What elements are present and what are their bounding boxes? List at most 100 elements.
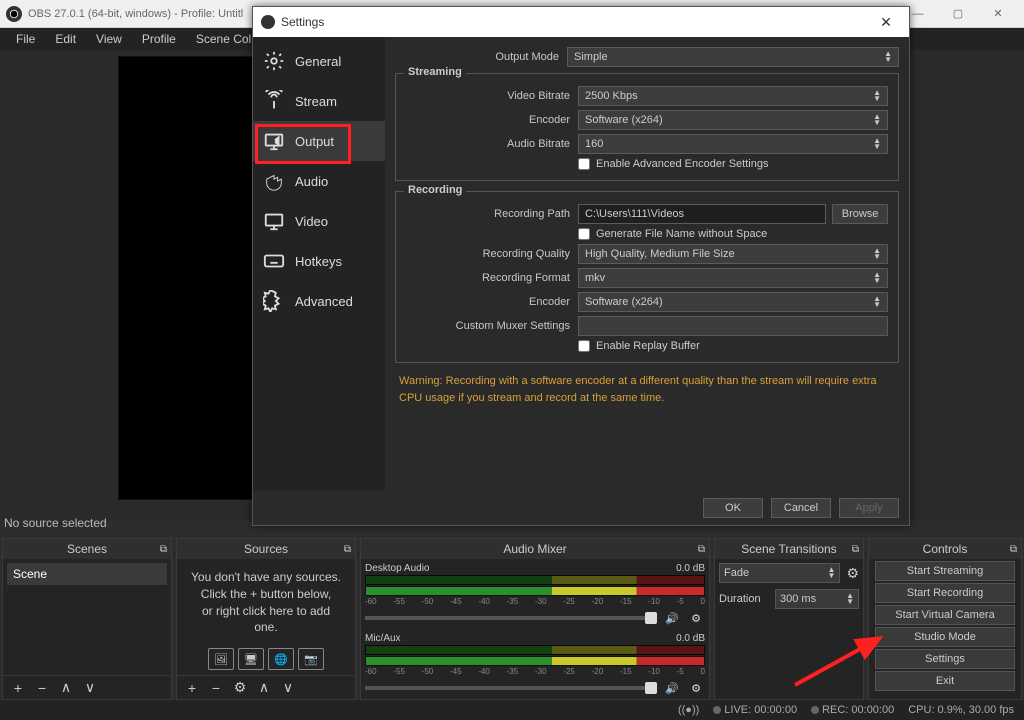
transitions-popout-icon[interactable]: ⧉ xyxy=(852,544,859,555)
sources-popout-icon[interactable]: ⧉ xyxy=(344,544,351,555)
start-virtual-camera-button[interactable]: Start Virtual Camera xyxy=(875,605,1015,625)
speaker-icon[interactable]: 🔊 xyxy=(663,609,681,627)
scene-remove-button[interactable]: − xyxy=(33,680,51,696)
app-logo-icon xyxy=(6,6,22,22)
output-icon xyxy=(263,130,285,152)
volume-slider[interactable] xyxy=(365,616,657,620)
apply-button[interactable]: Apply xyxy=(839,498,899,518)
settings-nav-stream[interactable]: Stream xyxy=(253,81,385,121)
scene-add-button[interactable]: + xyxy=(9,680,27,696)
settings-button[interactable]: Settings xyxy=(875,649,1015,669)
mixer-popout-icon[interactable]: ⧉ xyxy=(698,544,705,555)
settings-title-text: Settings xyxy=(281,15,324,29)
streaming-fieldset: Streaming Video Bitrate 2500 Kbps▲▼ Enco… xyxy=(395,73,899,181)
status-live: LIVE: 00:00:00 xyxy=(724,704,797,716)
general-icon xyxy=(263,50,285,72)
recording-legend: Recording xyxy=(404,184,466,196)
start-streaming-button[interactable]: Start Streaming xyxy=(875,561,1015,581)
scene-down-button[interactable]: ∨ xyxy=(81,679,99,696)
settings-nav-hotkeys[interactable]: Hotkeys xyxy=(253,241,385,281)
settings-nav-audio[interactable]: Audio xyxy=(253,161,385,201)
scene-up-button[interactable]: ∧ xyxy=(57,679,75,696)
settings-nav-label: Advanced xyxy=(295,294,353,309)
muxer-input[interactable] xyxy=(578,316,888,336)
replay-buffer-checkbox[interactable] xyxy=(578,340,590,352)
settings-nav-label: General xyxy=(295,54,341,69)
recording-encoder-select[interactable]: Software (x264)▲▼ xyxy=(578,292,888,312)
ok-button[interactable]: OK xyxy=(703,498,763,518)
scene-item[interactable]: Scene xyxy=(7,563,167,585)
sources-title: Sources xyxy=(244,542,288,556)
scenes-popout-icon[interactable]: ⧉ xyxy=(160,544,167,555)
vu-meter xyxy=(365,575,705,585)
transition-duration-input[interactable]: 300 ms▲▼ xyxy=(775,589,859,609)
transition-duration-label: Duration xyxy=(719,593,769,605)
output-mode-select[interactable]: Simple▲▼ xyxy=(567,47,899,67)
track-db: 0.0 dB xyxy=(676,633,705,644)
transitions-panel: Scene Transitions ⧉ Fade▲▼ ⚙ Duration 300… xyxy=(714,538,864,700)
vu-meter xyxy=(365,645,705,655)
filename-nospace-checkbox[interactable] xyxy=(578,228,590,240)
win-maximize-button[interactable]: ▢ xyxy=(938,0,978,28)
audio-icon xyxy=(263,170,285,192)
menu-view[interactable]: View xyxy=(86,30,132,48)
studio-mode-button[interactable]: Studio Mode xyxy=(875,627,1015,647)
exit-button[interactable]: Exit xyxy=(875,671,1015,691)
track-db: 0.0 dB xyxy=(676,563,705,574)
settings-nav-label: Hotkeys xyxy=(295,254,342,269)
stream-encoder-select[interactable]: Software (x264)▲▼ xyxy=(578,110,888,130)
mixer-track: Mic/Aux0.0 dB-60-55-50-45-40-35-30-25-20… xyxy=(365,633,705,697)
source-remove-button[interactable]: − xyxy=(207,680,225,696)
advanced-encoder-label: Enable Advanced Encoder Settings xyxy=(596,158,768,170)
audio-bitrate-select[interactable]: 160▲▼ xyxy=(578,134,888,154)
settings-nav-video[interactable]: Video xyxy=(253,201,385,241)
settings-nav-label: Stream xyxy=(295,94,337,109)
status-rec: REC: 00:00:00 xyxy=(822,704,894,716)
source-add-button[interactable]: + xyxy=(183,680,201,696)
volume-slider[interactable] xyxy=(365,686,657,690)
streaming-legend: Streaming xyxy=(404,66,466,78)
audio-bitrate-label: Audio Bitrate xyxy=(406,138,570,150)
settings-nav-output[interactable]: Output xyxy=(253,121,385,161)
source-down-button[interactable]: ∨ xyxy=(279,679,297,696)
menu-profile[interactable]: Profile xyxy=(132,30,186,48)
source-up-button[interactable]: ∧ xyxy=(255,679,273,696)
window-title: OBS 27.0.1 (64-bit, windows) - Profile: … xyxy=(28,8,243,20)
settings-nav-label: Output xyxy=(295,134,334,149)
transitions-title: Scene Transitions xyxy=(741,542,836,556)
audio-mixer-panel: Audio Mixer⧉ Desktop Audio0.0 dB-60-55-5… xyxy=(360,538,710,700)
track-name: Mic/Aux xyxy=(365,633,401,644)
settings-close-button[interactable]: ✕ xyxy=(871,14,901,31)
browse-button[interactable]: Browse xyxy=(832,204,888,224)
menu-file[interactable]: File xyxy=(6,30,45,48)
transition-mode-select[interactable]: Fade▲▼ xyxy=(719,563,840,583)
track-settings-icon[interactable]: ⚙ xyxy=(687,609,705,627)
recording-format-label: Recording Format xyxy=(406,272,570,284)
advanced-encoder-checkbox[interactable] xyxy=(578,158,590,170)
image-source-icon: 🖼 xyxy=(208,648,234,670)
settings-nav-general[interactable]: General xyxy=(253,41,385,81)
win-close-button[interactable]: ✕ xyxy=(978,0,1018,28)
menu-edit[interactable]: Edit xyxy=(45,30,86,48)
recording-quality-select[interactable]: High Quality, Medium File Size▲▼ xyxy=(578,244,888,264)
track-settings-icon[interactable]: ⚙ xyxy=(687,679,705,697)
settings-nav-advanced[interactable]: Advanced xyxy=(253,281,385,321)
controls-popout-icon[interactable]: ⧉ xyxy=(1010,544,1017,555)
video-icon xyxy=(263,210,285,232)
settings-dialog: Settings ✕ General Stream Output Audio Video… xyxy=(252,6,910,526)
camera-source-icon: 📷 xyxy=(298,648,324,670)
scenes-title: Scenes xyxy=(67,542,107,556)
source-props-button[interactable]: ⚙ xyxy=(231,679,249,696)
settings-form: Output Mode Simple▲▼ Streaming Video Bit… xyxy=(385,37,909,491)
start-recording-button[interactable]: Start Recording xyxy=(875,583,1015,603)
settings-nav-label: Audio xyxy=(295,174,328,189)
settings-nav: General Stream Output Audio Video Hotkeys Adva… xyxy=(253,37,385,491)
cancel-button[interactable]: Cancel xyxy=(771,498,831,518)
recording-fieldset: Recording Recording Path C:\Users\111\Vi… xyxy=(395,191,899,363)
recording-format-select[interactable]: mkv▲▼ xyxy=(578,268,888,288)
sources-footer: + − ⚙ ∧ ∨ xyxy=(177,675,355,699)
speaker-icon[interactable]: 🔊 xyxy=(663,679,681,697)
transition-settings-icon[interactable]: ⚙ xyxy=(846,565,859,582)
video-bitrate-input[interactable]: 2500 Kbps▲▼ xyxy=(578,86,888,106)
recording-path-input[interactable]: C:\Users\111\Videos xyxy=(578,204,826,224)
